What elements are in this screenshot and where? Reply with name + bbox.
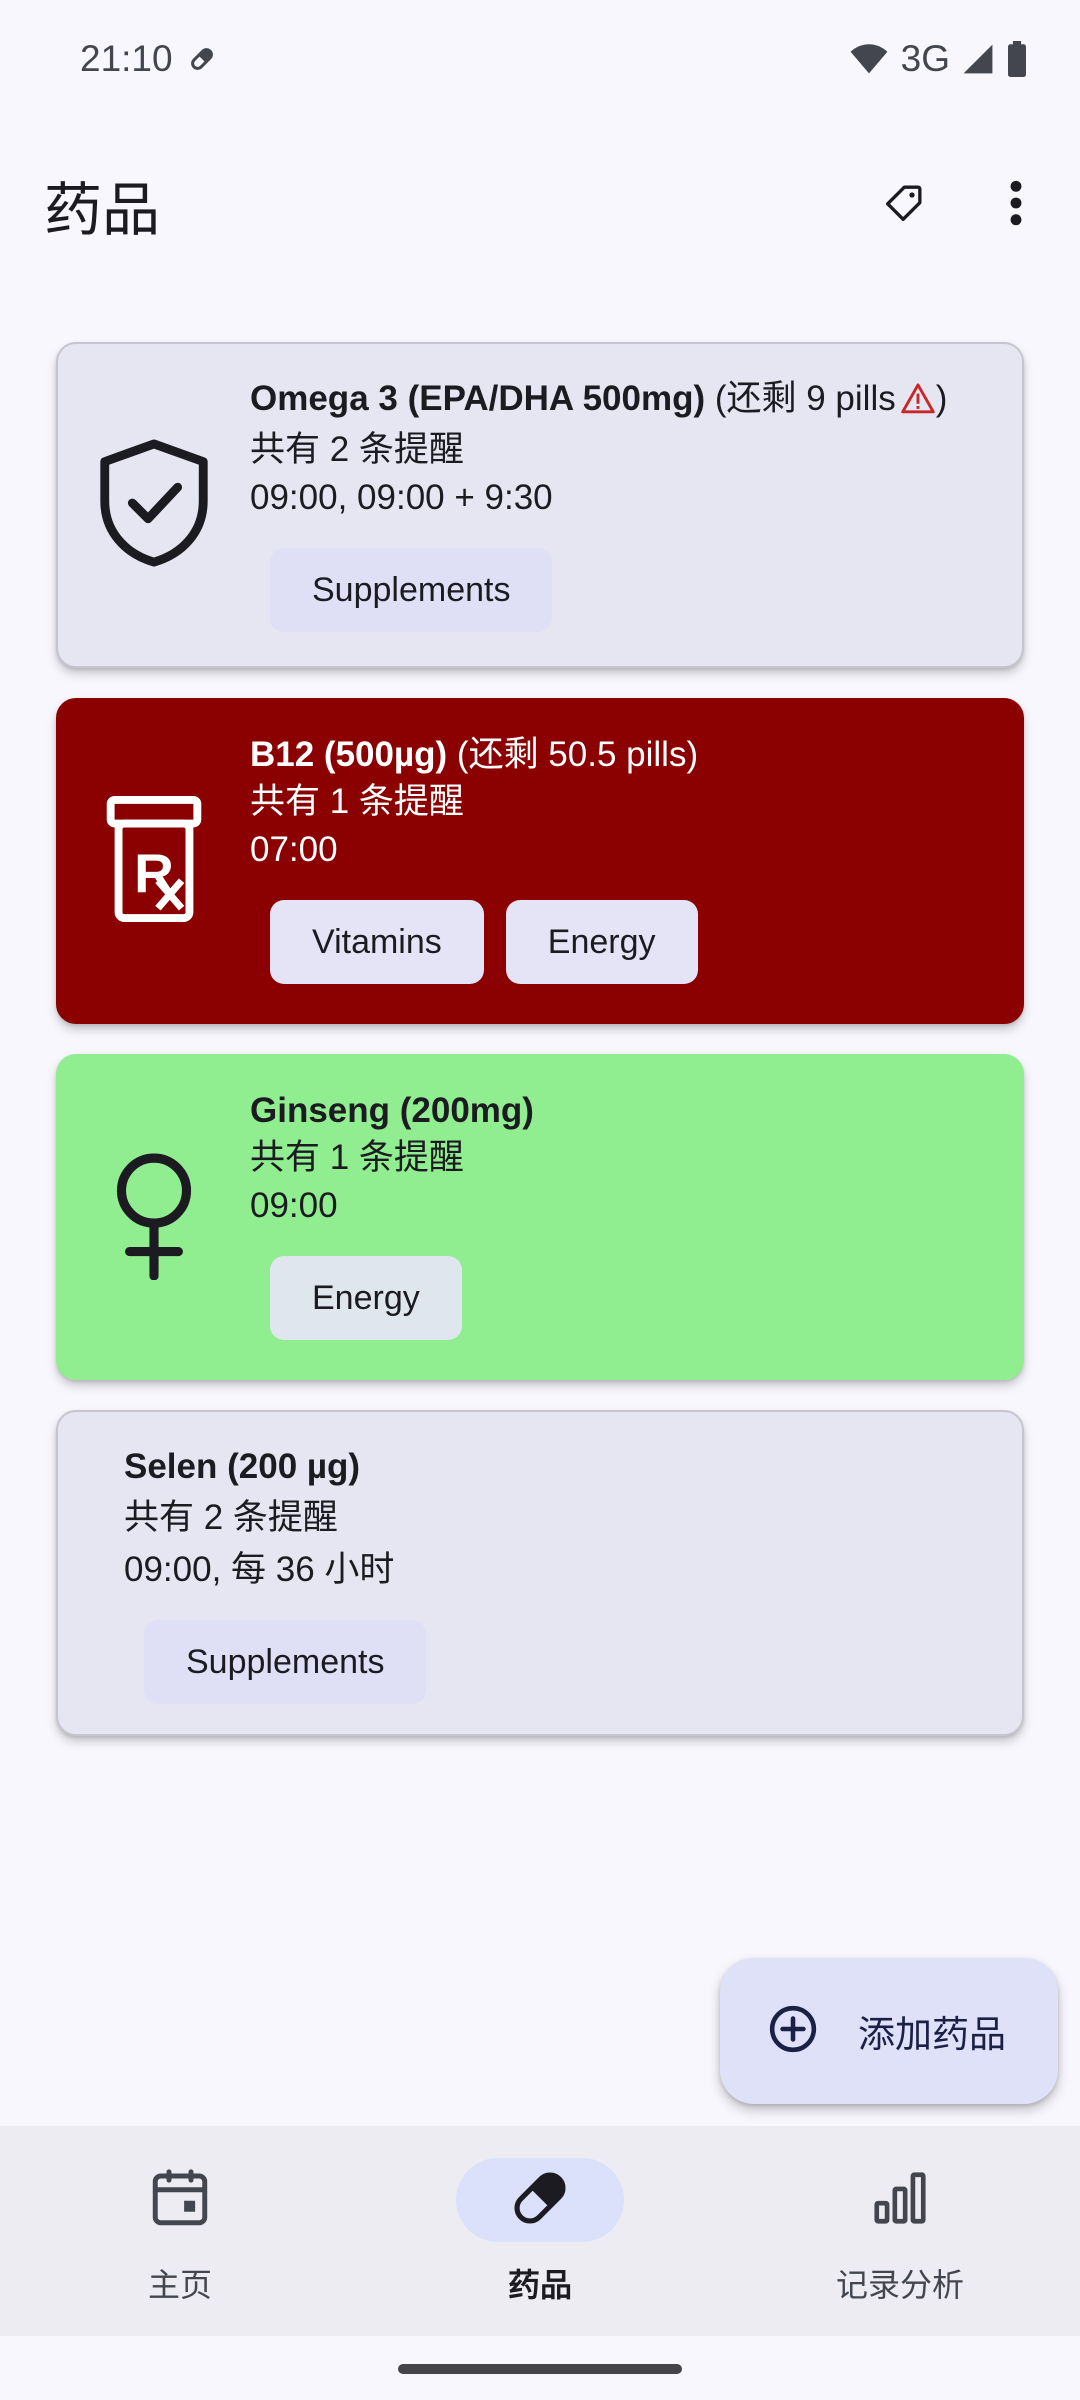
- status-right: 3G: [849, 38, 1028, 80]
- pill-icon: [509, 2167, 571, 2234]
- medicine-name: Ginseng (200mg): [250, 1091, 534, 1130]
- nav-item-analytics[interactable]: 记录分析: [720, 2126, 1080, 2336]
- prescription-bottle-icon: R: [106, 794, 202, 929]
- medicine-card-b12[interactable]: R B12 (500µg) (还剩 50.5 pills) 共有 1 条提醒 0…: [56, 698, 1024, 1024]
- medicine-title: Omega 3 (EPA/DHA 500mg) (还剩 9 pills): [250, 376, 1022, 426]
- pill-notification-icon: [187, 44, 217, 74]
- medicine-card-selen[interactable]: Selen (200 µg) 共有 2 条提醒 09:00, 每 36 小时 S…: [56, 1410, 1024, 1736]
- medicine-title: B12 (500µg) (还剩 50.5 pills): [250, 732, 1022, 778]
- wifi-icon: [849, 43, 889, 75]
- bar-chart-icon: [869, 2167, 931, 2234]
- medicine-card-body: Selen (200 µg) 共有 2 条提醒 09:00, 每 36 小时 S…: [58, 1442, 1022, 1734]
- medicine-card-ginseng[interactable]: Ginseng (200mg) 共有 1 条提醒 09:00 Energy: [56, 1054, 1024, 1380]
- reminder-schedule: 07:00: [250, 830, 338, 869]
- battery-icon: [1006, 41, 1028, 77]
- more-vert-icon: [1009, 180, 1023, 231]
- medicine-card-omega3[interactable]: Omega 3 (EPA/DHA 500mg) (还剩 9 pills) 共有 …: [56, 342, 1024, 668]
- reminder-schedule: 09:00: [250, 1186, 338, 1225]
- medicine-icon-container: R: [58, 700, 250, 1022]
- medicine-stock-close: ): [935, 379, 948, 418]
- reminder-schedule: 09:00, 09:00 + 9:30: [250, 478, 553, 517]
- nav-item-medicines[interactable]: 药品: [360, 2126, 720, 2336]
- nav-icon-container: [456, 2158, 624, 2242]
- tag-chip-supplements[interactable]: Supplements: [144, 1620, 427, 1704]
- tag-icon: [884, 183, 924, 228]
- status-time: 21:10: [80, 38, 173, 79]
- reminder-count: 共有 2 条提醒: [124, 1498, 338, 1537]
- reminder-count: 共有 2 条提醒: [250, 430, 464, 469]
- tag-chip-energy[interactable]: Energy: [270, 1256, 462, 1340]
- calendar-icon: [147, 2165, 213, 2236]
- tag-filter-button[interactable]: [868, 169, 940, 241]
- add-medicine-button[interactable]: 添加药品: [720, 1958, 1058, 2104]
- medicine-name: B12 (500µg): [250, 735, 448, 774]
- add-medicine-label: 添加药品: [858, 2014, 1006, 2055]
- medicine-icon-container: [58, 344, 250, 666]
- status-bar: 21:10 3G: [0, 0, 1080, 118]
- medicine-card-body: B12 (500µg) (还剩 50.5 pills) 共有 1 条提醒 07:…: [250, 730, 1022, 1022]
- medicine-stock: (还剩 50.5 pills): [456, 735, 699, 774]
- warning-triangle-icon: [900, 380, 936, 426]
- cell-signal-icon: [962, 43, 994, 75]
- nav-icon-container: [816, 2158, 984, 2242]
- nav-label-medicines: 药品: [507, 2267, 572, 2303]
- status-left: 21:10: [80, 38, 217, 80]
- female-symbol-icon: [109, 1150, 199, 1285]
- tag-list: Vitamins Energy: [270, 900, 1022, 984]
- nav-label-analytics: 记录分析: [835, 2267, 964, 2303]
- page-title: 药品: [44, 178, 161, 243]
- medicine-icon-container: [58, 1056, 250, 1378]
- medicine-card-body: Ginseng (200mg) 共有 1 条提醒 09:00 Energy: [250, 1086, 1022, 1378]
- tag-list: Supplements: [144, 1620, 1022, 1704]
- medicine-list: Omega 3 (EPA/DHA 500mg) (还剩 9 pills) 共有 …: [56, 342, 1024, 1736]
- nav-icon-container: [96, 2158, 264, 2242]
- tag-list: Supplements: [270, 548, 1022, 632]
- reminder-count: 共有 1 条提醒: [250, 782, 464, 821]
- reminder-schedule: 09:00, 每 36 小时: [124, 1550, 395, 1589]
- more-options-button[interactable]: [980, 169, 1052, 241]
- medicine-card-body: Omega 3 (EPA/DHA 500mg) (还剩 9 pills) 共有 …: [250, 374, 1022, 666]
- tag-chip-vitamins[interactable]: Vitamins: [270, 900, 484, 984]
- medicine-title: Selen (200 µg): [124, 1444, 1022, 1490]
- tag-chip-supplements[interactable]: Supplements: [270, 548, 553, 632]
- bottom-navigation: 主页 药品 记录分析: [0, 2126, 1080, 2336]
- tag-chip-energy[interactable]: Energy: [505, 900, 698, 984]
- medicine-title: Ginseng (200mg): [250, 1088, 1022, 1134]
- medicine-name: Selen (200 µg): [124, 1447, 361, 1486]
- nav-label-home: 主页: [147, 2267, 212, 2303]
- app-bar-actions: [868, 169, 1052, 241]
- add-circle-icon: [768, 2004, 818, 2059]
- reminder-count: 共有 1 条提醒: [250, 1138, 464, 1177]
- shield-check-icon: [96, 438, 212, 573]
- medicine-name: Omega 3 (EPA/DHA 500mg): [250, 379, 706, 418]
- nav-item-home[interactable]: 主页: [0, 2126, 360, 2336]
- network-type-label: 3G: [900, 38, 950, 79]
- gesture-home-indicator[interactable]: [398, 2364, 682, 2374]
- medicine-stock: (还剩 9 pills: [714, 379, 896, 418]
- top-app-bar: 药品: [0, 150, 1080, 260]
- tag-list: Energy: [270, 1256, 1022, 1340]
